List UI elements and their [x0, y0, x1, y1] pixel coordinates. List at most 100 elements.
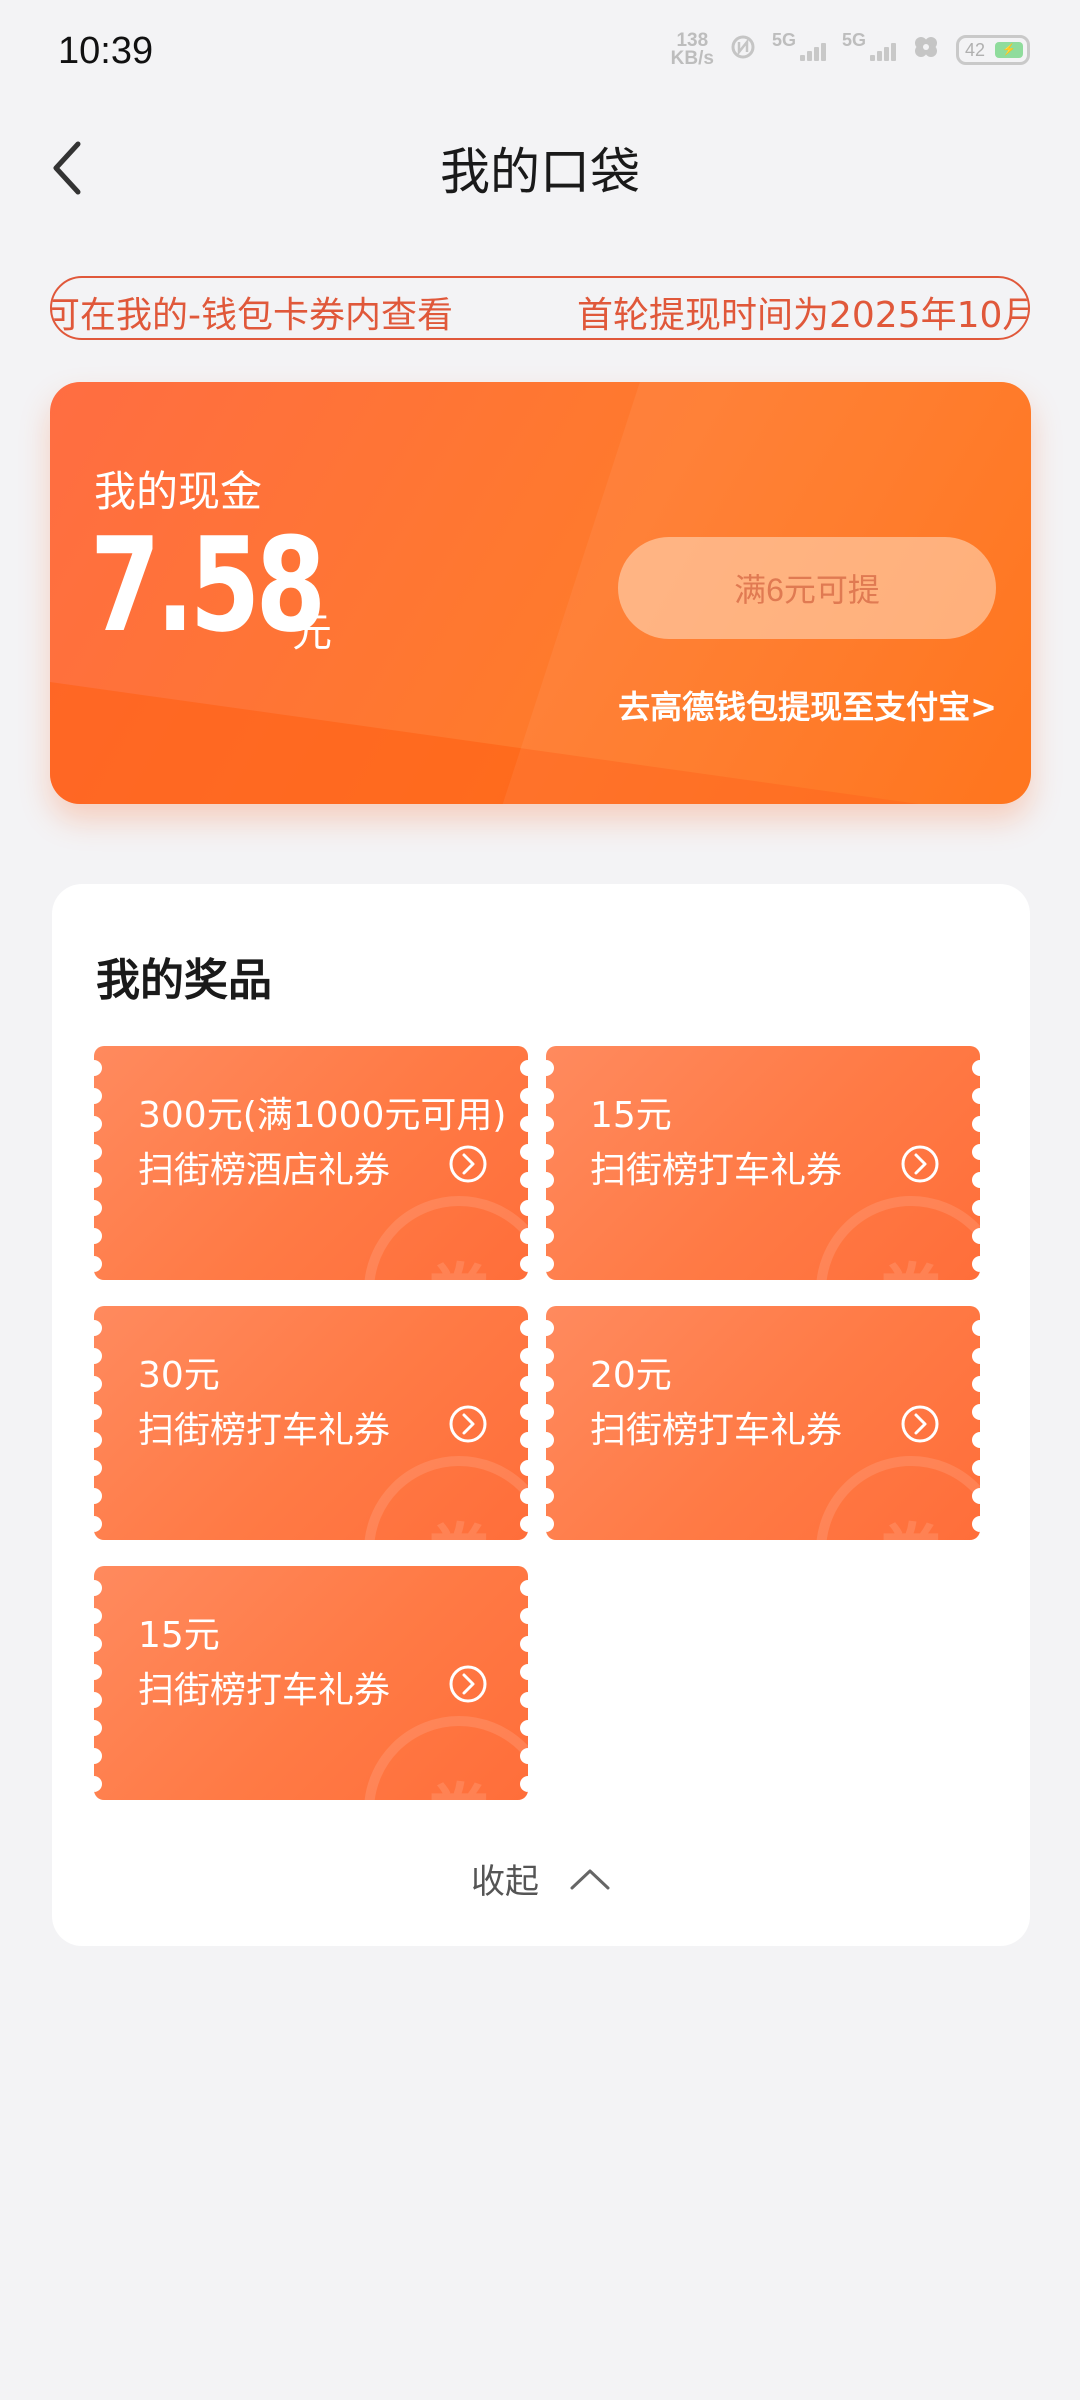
collapse-button[interactable]: 收起	[52, 1854, 1030, 1903]
coupon-edge-notch	[94, 1228, 102, 1244]
coupon-stamp-icon: 券	[364, 1716, 528, 1800]
coupon-stamp-icon: 券	[364, 1456, 528, 1540]
prizes-card: 我的奖品 券 300元(满1000元可用) 扫街榜酒店礼券 券 15元 扫街榜打…	[52, 884, 1030, 1946]
coupon-edge-notch	[94, 1580, 102, 1596]
notice-marquee: 可在我的-钱包卡券内查看 首轮提现时间为2025年10月	[50, 276, 1030, 340]
coupon-edge-notch	[972, 1116, 980, 1132]
chevron-right-circle-icon[interactable]	[900, 1144, 940, 1184]
coupon-edge-notch	[520, 1720, 528, 1736]
network-speed: 138 KB/s	[670, 31, 714, 69]
coupon-name: 扫街榜打车礼券	[138, 1410, 391, 1451]
coupon-edge-notch	[520, 1376, 528, 1392]
coupon-stamp-icon: 券	[816, 1456, 980, 1540]
coupon-edge-notch	[972, 1088, 980, 1104]
withdraw-button[interactable]: 满6元可提	[618, 537, 996, 639]
coupon-edge-notch	[972, 1172, 980, 1188]
coupon-edge-notch	[972, 1060, 980, 1076]
coupon-edge-notch	[520, 1460, 528, 1476]
coupon-edge-notch	[94, 1664, 102, 1680]
coupon-stamp-icon: 券	[364, 1196, 528, 1280]
nfc-icon	[730, 34, 756, 66]
coupon-name: 扫街榜打车礼券	[590, 1410, 843, 1451]
coupon-edge-notch	[94, 1172, 102, 1188]
coupon-edge-notch	[520, 1060, 528, 1076]
coupon-edge-notch	[520, 1692, 528, 1708]
coupon-edge-notch	[546, 1320, 554, 1336]
coupon-edge-notch	[972, 1404, 980, 1420]
alipay-withdraw-link[interactable]: 去高德钱包提现至支付宝>	[618, 682, 997, 728]
coupon-card[interactable]: 券 300元(满1000元可用) 扫街榜酒店礼券	[94, 1046, 528, 1280]
coupon-edge-notch	[94, 1516, 102, 1532]
notice-text-a: 可在我的-钱包卡券内查看	[50, 295, 453, 336]
sim2-label: 5G	[841, 29, 866, 50]
coupon-amount: 30元	[138, 1355, 220, 1396]
coupon-edge-notch	[546, 1516, 554, 1532]
coupon-edge-notch	[94, 1720, 102, 1736]
coupon-edge-notch	[94, 1776, 102, 1792]
cash-amount: 7.58	[90, 509, 326, 661]
notice-text-b: 首轮提现时间为2025年10月	[577, 295, 1030, 336]
status-icons: 138 KB/s 5G 5G 42 ⚡	[670, 30, 1030, 69]
battery-percent: 42	[965, 39, 986, 60]
chevron-right-circle-icon[interactable]	[448, 1404, 488, 1444]
coupon-edge-notch	[546, 1228, 554, 1244]
coupon-edge-notch	[546, 1172, 554, 1188]
coupon-edge-notch	[546, 1144, 554, 1160]
coupon-edge-notch	[520, 1664, 528, 1680]
chevron-right-circle-icon[interactable]	[448, 1664, 488, 1704]
coupon-edge-notch	[972, 1432, 980, 1448]
coupon-edge-notch	[546, 1116, 554, 1132]
coupon-amount: 15元	[138, 1615, 220, 1656]
coupon-edge-notch	[94, 1636, 102, 1652]
coupon-name: 扫街榜打车礼券	[138, 1670, 391, 1711]
coupon-edge-notch	[546, 1460, 554, 1476]
coupon-edge-notch	[546, 1348, 554, 1364]
coupon-edge-notch	[520, 1144, 528, 1160]
coupon-edge-notch	[546, 1404, 554, 1420]
coupon-amount: 15元	[590, 1095, 672, 1136]
coupon-edge-notch	[972, 1200, 980, 1216]
coupon-edge-notch	[520, 1636, 528, 1652]
coupon-edge-notch	[94, 1256, 102, 1272]
coupon-edge-notch	[520, 1116, 528, 1132]
coupon-edge-notch	[546, 1256, 554, 1272]
coupon-edge-notch	[94, 1060, 102, 1076]
coupon-edge-notch	[520, 1348, 528, 1364]
status-time: 10:39	[58, 30, 154, 72]
coupon-edge-notch	[520, 1088, 528, 1104]
page-title: 我的口袋	[440, 143, 640, 201]
chevron-right-circle-icon[interactable]	[900, 1404, 940, 1444]
coupon-name: 扫街榜打车礼券	[590, 1150, 843, 1191]
coupon-edge-notch	[546, 1088, 554, 1104]
coupon-edge-notch	[94, 1608, 102, 1624]
coupon-edge-notch	[520, 1404, 528, 1420]
chevron-right-circle-icon[interactable]	[448, 1144, 488, 1184]
coupon-edge-notch	[94, 1348, 102, 1364]
cash-card: 我的现金 7.58 元 满6元可提 去高德钱包提现至支付宝>	[50, 382, 1031, 804]
network-speed-unit: KB/s	[670, 48, 714, 69]
chevron-up-icon	[570, 1869, 610, 1889]
nav-bar: 我的口袋	[0, 110, 1080, 220]
coupon-card[interactable]: 券 20元 扫街榜打车礼券	[546, 1306, 980, 1540]
coupon-edge-notch	[546, 1060, 554, 1076]
coupon-edge-notch	[94, 1200, 102, 1216]
charging-indicator: ⚡	[995, 42, 1023, 58]
coupon-card[interactable]: 券 30元 扫街榜打车礼券	[94, 1306, 528, 1540]
coupon-card[interactable]: 券 15元 扫街榜打车礼券	[546, 1046, 980, 1280]
coupon-edge-notch	[94, 1404, 102, 1420]
coupon-edge-notch	[94, 1460, 102, 1476]
cash-unit: 元	[292, 610, 332, 656]
coupon-edge-notch	[94, 1748, 102, 1764]
coupon-edge-notch	[972, 1460, 980, 1476]
coupon-edge-notch	[94, 1144, 102, 1160]
battery-icon: 42 ⚡	[956, 35, 1030, 65]
collapse-label: 收起	[471, 1862, 539, 1902]
status-bar: 10:39 138 KB/s 5G 5G 42 ⚡	[0, 0, 1080, 110]
coupon-card[interactable]: 券 15元 扫街榜打车礼券	[94, 1566, 528, 1800]
coupon-edge-notch	[94, 1088, 102, 1104]
coupon-edge-notch	[94, 1376, 102, 1392]
coupon-edge-notch	[972, 1376, 980, 1392]
coupon-amount: 20元	[590, 1355, 672, 1396]
coupon-edge-notch	[972, 1348, 980, 1364]
signal-sim2: 5G	[842, 30, 896, 61]
